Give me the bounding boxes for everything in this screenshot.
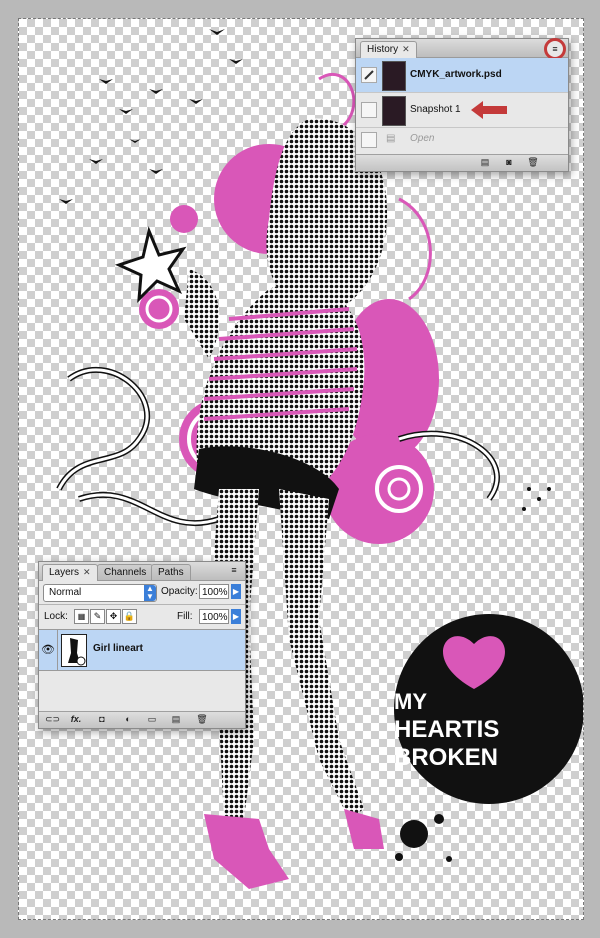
panel-menu-icon[interactable]: ≡	[544, 38, 566, 60]
new-layer-icon[interactable]: ▤	[169, 714, 183, 725]
opacity-input[interactable]: 100%	[199, 584, 229, 599]
lock-label: Lock:	[44, 611, 68, 622]
opacity-label: Opacity:	[161, 586, 198, 597]
history-brush-source-box[interactable]	[361, 102, 377, 118]
history-item-label: Open	[410, 133, 435, 144]
layers-panel: Layers ✕ Channels Paths ≡ Normal ▲ ▼ Opaci…	[38, 561, 246, 729]
menu-glyph: ≡	[231, 565, 237, 575]
camera-icon[interactable]: ◙	[502, 157, 516, 168]
arrow-left-icon	[471, 101, 507, 119]
history-brush-source-icon[interactable]	[361, 67, 377, 83]
fill-input[interactable]: 100%	[199, 609, 229, 624]
badge-line-1: MY	[394, 689, 427, 714]
lock-icon[interactable]: 🔒	[122, 609, 137, 624]
history-panel: History ✕ ≡ CMYK_artwork.psd Snapshot 1 ▤…	[355, 38, 569, 172]
fx-icon[interactable]: fx.	[69, 714, 83, 725]
panel-menu-icon[interactable]: ≡	[227, 564, 241, 577]
snapshot-thumbnail	[382, 96, 406, 126]
birds	[59, 29, 243, 204]
history-item-snapshot[interactable]: Snapshot 1	[356, 93, 568, 128]
history-item-label: CMYK_artwork.psd	[410, 69, 502, 80]
folder-icon[interactable]: ▭	[145, 714, 159, 725]
menu-glyph: ≡	[552, 44, 558, 54]
link-icon[interactable]: ⊂⊃	[45, 714, 60, 725]
new-document-icon[interactable]: ▤	[478, 157, 492, 168]
blend-mode-value: Normal	[49, 587, 82, 598]
fill-slider-arrow-icon[interactable]: ▶	[231, 609, 241, 624]
badge-line-2: HEARTIS	[394, 716, 499, 743]
close-icon[interactable]: ✕	[83, 567, 91, 577]
chevron-updown-icon: ▲ ▼	[144, 585, 156, 601]
mask-icon[interactable]: ◘	[95, 714, 109, 725]
layer-thumbnail	[61, 634, 87, 667]
close-icon[interactable]: ✕	[402, 44, 410, 54]
history-tabbar: History ✕ ≡	[356, 38, 568, 60]
document-thumbnail	[382, 61, 406, 91]
tab-channels[interactable]: Channels	[97, 564, 154, 580]
tab-layers[interactable]: Layers ✕	[42, 564, 98, 581]
blend-mode-select[interactable]: Normal ▲ ▼	[43, 584, 157, 602]
trash-icon[interactable]: 🗑	[195, 714, 209, 725]
document-icon: ▤	[386, 133, 396, 144]
history-footer: ▤ ◙ 🗑	[356, 154, 568, 171]
adjustment-icon[interactable]: ◐	[121, 714, 135, 725]
trash-icon[interactable]: 🗑	[526, 157, 540, 168]
lock-brush-icon[interactable]: ✎	[90, 609, 105, 624]
star-doodle	[114, 226, 187, 303]
lock-transparency-icon[interactable]: ▦	[74, 609, 89, 624]
history-item-source[interactable]: CMYK_artwork.psd	[356, 58, 568, 93]
lock-move-icon[interactable]: ✥	[106, 609, 121, 624]
tab-history-label: History	[367, 44, 399, 55]
opacity-slider-arrow-icon[interactable]: ▶	[231, 584, 241, 599]
tab-layers-label: Layers	[49, 567, 80, 578]
tab-channels-label: Channels	[104, 567, 147, 578]
my-heart-is-broken-badge: MY HEARTIS BROKEN	[394, 614, 583, 862]
tab-history[interactable]: History ✕	[360, 41, 417, 58]
tab-paths[interactable]: Paths	[151, 564, 191, 580]
tab-paths-label: Paths	[158, 567, 184, 578]
history-item-open[interactable]: ▤ Open	[356, 128, 568, 150]
layers-tabbar: Layers ✕ Channels Paths ≡	[39, 562, 245, 581]
layers-footer: ⊂⊃ fx. ◘ ◐ ▭ ▤ 🗑	[39, 711, 245, 728]
layer-row[interactable]: 👁 Girl lineart	[39, 629, 245, 671]
history-item-label: Snapshot 1	[410, 104, 461, 115]
badge-line-3: BROKEN	[394, 744, 498, 771]
pink-circle	[170, 205, 198, 233]
eye-icon[interactable]: 👁	[39, 630, 58, 670]
history-brush-source-box[interactable]	[361, 132, 377, 148]
fill-label: Fill:	[177, 611, 193, 622]
layer-name: Girl lineart	[93, 643, 144, 654]
